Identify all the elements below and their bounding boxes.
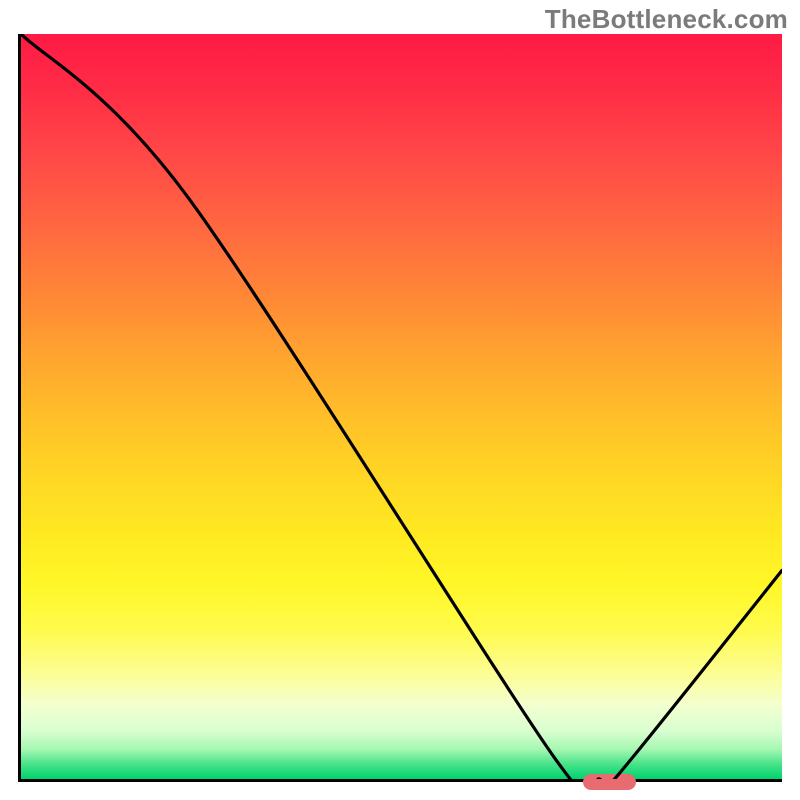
bottleneck-curve	[21, 34, 782, 779]
watermark-text: TheBottleneck.com	[545, 4, 788, 35]
curve-path	[21, 34, 782, 779]
chart-container: TheBottleneck.com	[0, 0, 800, 800]
plot-area	[18, 34, 782, 782]
